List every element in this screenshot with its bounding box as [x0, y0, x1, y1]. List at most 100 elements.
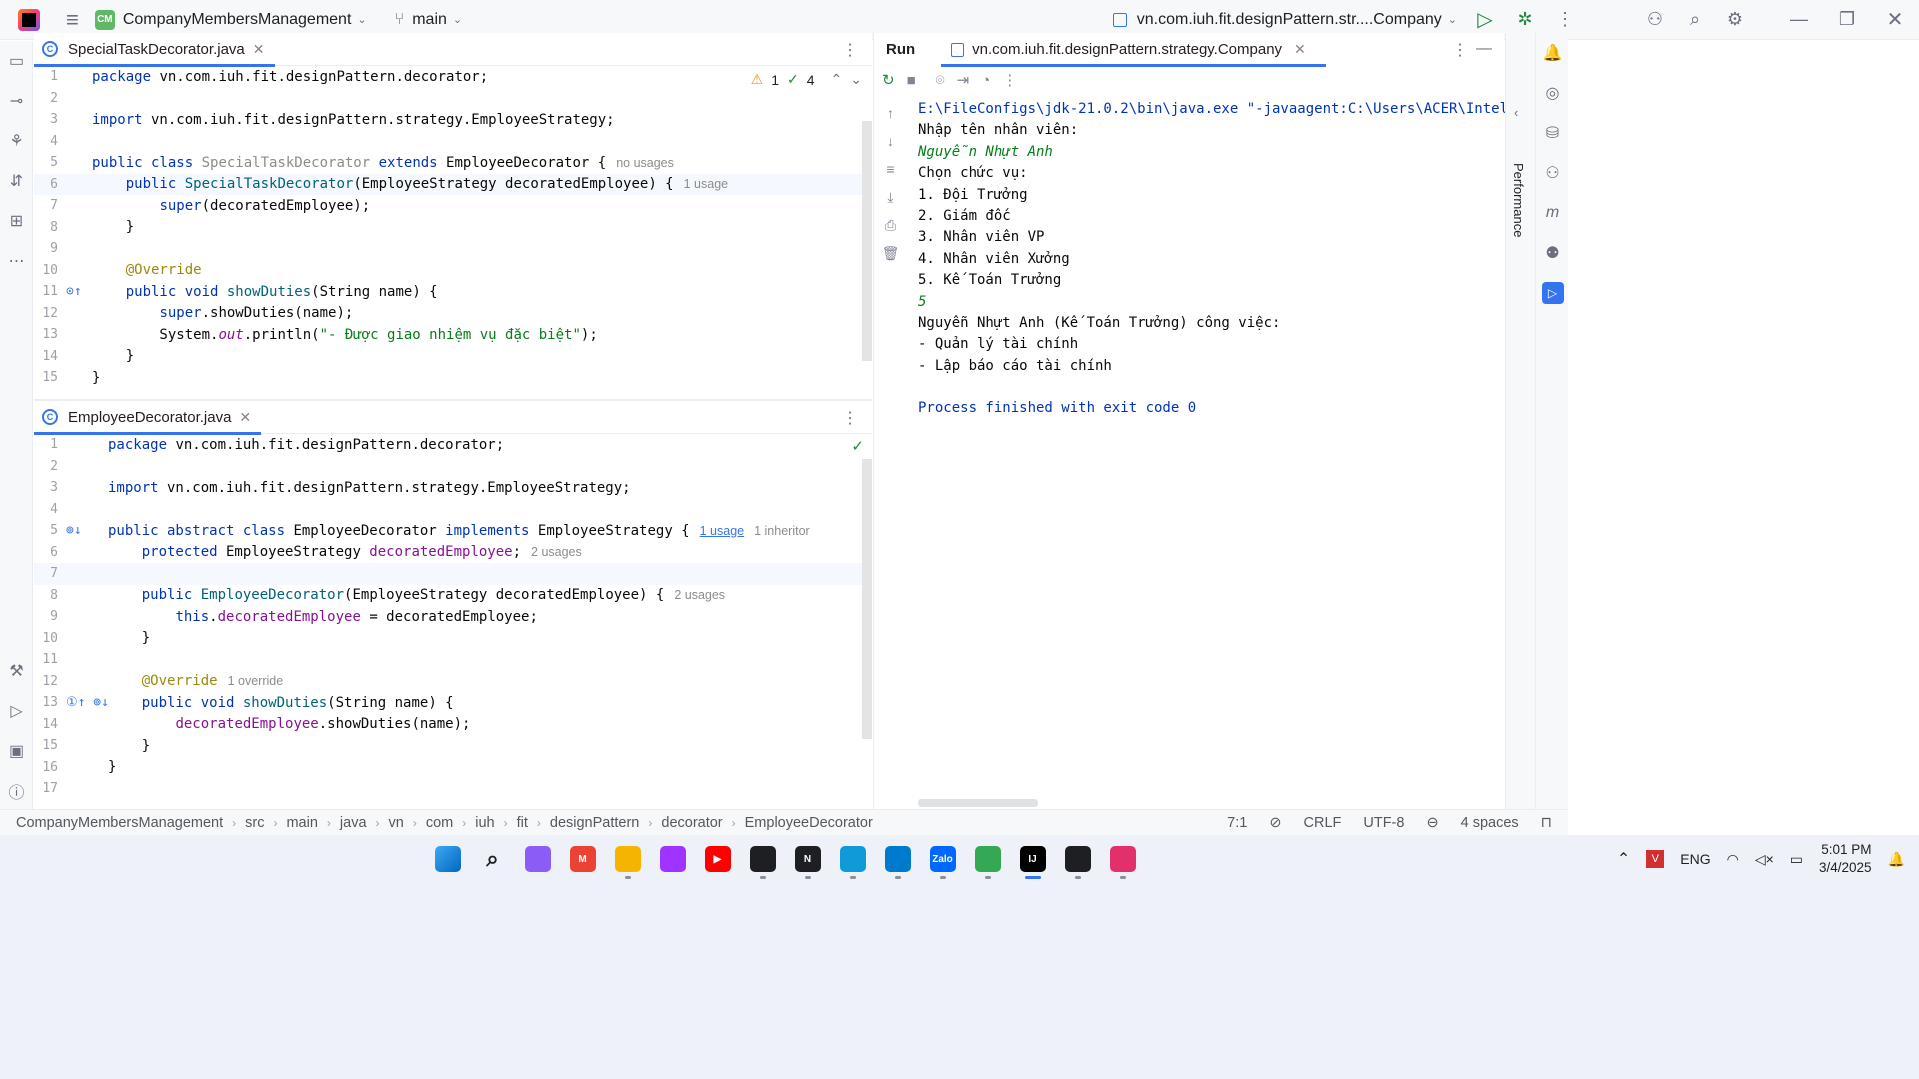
caret-position[interactable]: 7:1 — [1227, 815, 1247, 831]
taskbar-app-intellij[interactable]: IJ — [1010, 835, 1055, 883]
code-line[interactable]: 8 public EmployeeDecorator(EmployeeStrat… — [34, 585, 872, 607]
code-line[interactable]: 17 — [34, 778, 872, 800]
line-number[interactable]: 16 — [34, 760, 58, 775]
breadcrumb-item[interactable]: vn — [389, 815, 404, 831]
restore-icon[interactable]: ❐ — [1823, 0, 1871, 40]
code-line[interactable]: 1 package vn.com.iuh.fit.designPattern.de… — [34, 434, 872, 456]
arrow-down-icon[interactable]: ↓ — [874, 127, 907, 155]
gutter[interactable] — [58, 757, 108, 779]
line-number[interactable]: 11 — [34, 284, 58, 299]
tab-special-task-decorator[interactable]: C SpecialTaskDecorator.java ✕ — [34, 33, 275, 67]
breadcrumb-item[interactable]: EmployeeDecorator — [745, 815, 873, 831]
more-tools-icon[interactable]: ⋯ — [0, 241, 33, 281]
code-line[interactable]: 11 ⊙↑ public void showDuties(String name)… — [34, 281, 872, 303]
gutter[interactable] — [58, 778, 108, 800]
gutter[interactable]: ①↑ ⊚↓ — [58, 692, 109, 714]
line-number[interactable]: 4 — [34, 134, 58, 149]
lock-icon[interactable]: ⊓ — [1541, 815, 1552, 831]
gutter[interactable] — [58, 195, 92, 217]
gutter[interactable] — [58, 542, 108, 564]
override-marker-icon[interactable]: ①↑ ⊚↓ — [66, 695, 109, 710]
line-number[interactable]: 6 — [34, 545, 58, 560]
trash-icon[interactable]: 🗑 — [874, 239, 907, 267]
copilot-chat-icon[interactable]: ⚉ — [1536, 233, 1569, 273]
taskbar-app-file-explorer[interactable] — [605, 835, 650, 883]
gutter[interactable] — [58, 585, 108, 607]
code-line[interactable]: 14 } — [34, 346, 872, 368]
scroll-to-end-icon[interactable]: ⤓ — [874, 183, 907, 211]
ai-assistant-icon[interactable]: ◎ — [1536, 73, 1569, 113]
line-number[interactable]: 5 — [34, 523, 58, 538]
code-line[interactable]: 16} — [34, 757, 872, 779]
close-tab-icon[interactable]: ✕ — [253, 41, 265, 58]
gutter[interactable] — [58, 563, 108, 585]
minimize-icon[interactable]: — — [1775, 0, 1823, 40]
gutter[interactable] — [58, 131, 92, 153]
chevron-left-icon[interactable]: ‹ — [1514, 105, 1518, 120]
profiler-icon[interactable]: ◔ — [981, 72, 990, 89]
code-line[interactable]: 12 @Override 1 override — [34, 671, 872, 693]
settings-gear-icon[interactable]: ⚙ — [1715, 0, 1755, 40]
override-marker-icon[interactable]: ⊚↓ — [66, 523, 82, 538]
code-line[interactable]: 12 super.showDuties(name); — [34, 303, 872, 325]
taskbar-app-google-drive[interactable] — [965, 835, 1010, 883]
inlay-hint[interactable]: 1 inheritor — [754, 524, 810, 538]
code-line[interactable]: 10 } — [34, 628, 872, 650]
notification-bell-icon[interactable]: 🔔 — [1888, 851, 1905, 868]
breadcrumb-item[interactable]: java — [340, 815, 367, 831]
code-line[interactable]: 13 System.out.println("- Được giao nhiệm… — [34, 324, 872, 346]
override-marker-icon[interactable]: ⊙↑ — [66, 284, 82, 299]
structure-icon[interactable]: ⊞ — [0, 201, 33, 241]
breadcrumb-item[interactable]: CompanyMembersManagement — [16, 815, 223, 831]
build-icon[interactable]: ⚒ — [0, 651, 33, 691]
code-line[interactable]: 9 — [34, 238, 872, 260]
add-user-icon[interactable]: ⚇ — [1635, 0, 1675, 40]
soft-wrap-icon[interactable]: ≡ — [874, 155, 907, 183]
close-icon[interactable]: ✕ — [1871, 0, 1919, 40]
gutter[interactable] — [58, 714, 108, 736]
line-number[interactable]: 13 — [34, 327, 58, 342]
gutter[interactable] — [58, 628, 108, 650]
more-icon[interactable]: ⋮ — [1002, 71, 1017, 89]
no-ai-icon[interactable]: ⊘ — [1269, 815, 1281, 831]
close-tab-icon[interactable]: ✕ — [239, 409, 251, 426]
commit-icon[interactable]: ⊸ — [0, 81, 33, 121]
indent-setting[interactable]: 4 spaces — [1461, 815, 1519, 831]
code-line[interactable]: 7 super(decoratedEmployee); — [34, 195, 872, 217]
inlay-hint[interactable]: no usages — [616, 156, 674, 170]
rerun-icon[interactable]: ↻ — [882, 71, 895, 89]
code-line[interactable]: 11 — [34, 649, 872, 671]
scrollbar-bottom[interactable] — [862, 459, 872, 739]
code-line[interactable]: 5 ⊚↓ public abstract class EmployeeDecorat… — [34, 520, 872, 542]
gutter[interactable] — [58, 238, 92, 260]
gutter[interactable] — [58, 174, 92, 196]
language-indicator[interactable]: ENG — [1680, 851, 1710, 867]
scrollbar-top[interactable] — [862, 121, 872, 361]
breadcrumb-item[interactable]: designPattern — [550, 815, 639, 831]
code-line[interactable]: 1 package vn.com.iuh.fit.designPattern.de… — [34, 66, 872, 88]
breadcrumb-item[interactable]: decorator — [661, 815, 722, 831]
line-number[interactable]: 12 — [34, 306, 58, 321]
gutter[interactable] — [58, 367, 92, 389]
line-number[interactable]: 5 — [34, 155, 58, 170]
gutter[interactable] — [58, 88, 92, 110]
line-number[interactable]: 7 — [34, 198, 58, 213]
gutter[interactable] — [58, 303, 92, 325]
line-number[interactable]: 10 — [34, 631, 58, 646]
breadcrumb-item[interactable]: fit — [517, 815, 528, 831]
taskbar-app-github[interactable] — [1055, 835, 1100, 883]
gutter[interactable] — [58, 649, 108, 671]
taskbar-app-youtube[interactable]: ▶ — [695, 835, 740, 883]
code-line[interactable]: 4 — [34, 131, 872, 153]
code-line[interactable]: 9 this.decoratedEmployee = decoratedEmpl… — [34, 606, 872, 628]
console-output[interactable]: E:\FileConfigs\jdk-21.0.2\bin\java.exe "… — [918, 99, 1506, 420]
search-icon[interactable]: ⌕ — [1675, 0, 1715, 40]
usages-hint-link[interactable]: 1 usage — [700, 524, 744, 538]
notifications-icon[interactable]: 🔔 — [1536, 33, 1569, 73]
code-line[interactable]: 15} — [34, 367, 872, 389]
inspection-off-icon[interactable]: ⊖ — [1426, 815, 1438, 831]
code-line[interactable]: 10 @Override — [34, 260, 872, 282]
stop-icon[interactable]: ■ — [907, 72, 916, 89]
line-number[interactable]: 13 — [34, 695, 58, 710]
gutter[interactable] — [58, 606, 108, 628]
